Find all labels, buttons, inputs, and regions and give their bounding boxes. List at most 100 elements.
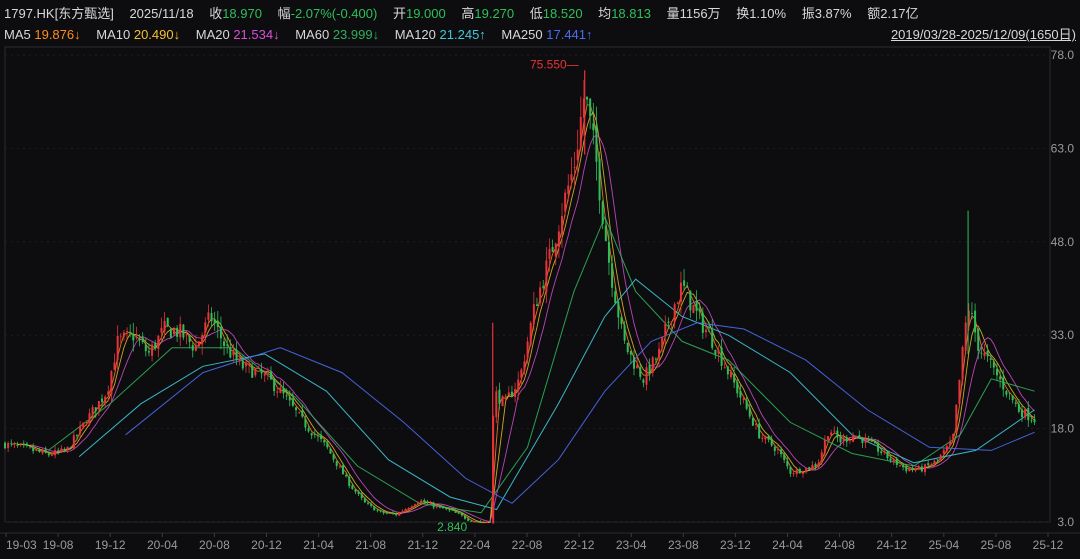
candle-body (801, 472, 804, 474)
price-chart[interactable]: 78.0 63.0 48.0 33.0 18.0 3.0 19-03 19-08 19-12 20… (0, 0, 1080, 559)
candle-body (22, 443, 25, 445)
candle-body (198, 341, 201, 347)
candle-body (620, 317, 623, 325)
candle-body (263, 373, 266, 376)
candle-body (658, 348, 661, 359)
candle-body (370, 503, 373, 506)
candle-body (404, 509, 407, 512)
candle-body (191, 344, 194, 351)
candle-body (780, 449, 783, 455)
candle-body (995, 368, 998, 376)
candle-body (767, 435, 770, 440)
candle-body (870, 441, 873, 442)
candle-body (514, 389, 517, 397)
candle-body (16, 445, 19, 446)
candle-body (10, 442, 13, 444)
candle-body (626, 342, 629, 353)
candle-body (172, 329, 175, 335)
candle-body (335, 460, 338, 467)
candle-body (373, 506, 376, 511)
candle-body (269, 371, 272, 380)
candle-body (742, 398, 745, 400)
candle-body (141, 337, 144, 343)
candle-body (420, 500, 423, 503)
candle-body (88, 413, 91, 425)
candle-body (714, 349, 717, 355)
candle-body (72, 435, 75, 449)
candle-body (642, 379, 645, 383)
candle-body (917, 466, 920, 470)
candle-body (842, 437, 845, 442)
candle-body (1008, 392, 1011, 394)
x-tick-label: 22-08 (512, 538, 543, 552)
candle-body (407, 507, 410, 510)
candle-body (739, 390, 742, 398)
candle-body (41, 450, 44, 454)
candle-body (60, 448, 63, 452)
candle-body (392, 512, 395, 514)
candle-body (489, 521, 492, 523)
candle-body (485, 521, 488, 523)
candle-body (567, 185, 570, 194)
candle-body (182, 324, 185, 338)
candle-body (686, 286, 689, 288)
x-tick-label: 22-04 (460, 538, 491, 552)
candle-body (66, 446, 69, 450)
candle-body (229, 347, 232, 358)
candle-body (176, 327, 179, 337)
candle-body (238, 358, 241, 362)
candle-body (1027, 407, 1030, 421)
candle-body (936, 459, 939, 461)
candle-body (927, 463, 930, 465)
candle-body (113, 362, 116, 370)
x-tick-label: 24-08 (824, 538, 855, 552)
candle-body (185, 333, 188, 335)
candle-body (958, 379, 961, 404)
candle-body (983, 352, 986, 356)
candle-body (35, 449, 38, 451)
candle-body (902, 464, 905, 468)
candle-body (38, 449, 41, 452)
candle-body (880, 451, 883, 453)
candle-body (520, 369, 523, 379)
candle-body (154, 342, 157, 349)
candle-body (244, 362, 247, 367)
candle-body (751, 417, 754, 426)
candle-body (479, 522, 482, 524)
candle-body (116, 335, 119, 360)
candle-body (460, 512, 463, 516)
candle-body (980, 352, 983, 354)
candle-body (423, 500, 426, 503)
candle-body (266, 372, 269, 374)
candle-body (288, 396, 291, 401)
candle-body (895, 458, 898, 465)
candle-body (307, 428, 310, 432)
candle-body (817, 462, 820, 468)
candle-body (160, 327, 163, 333)
ma10-line (17, 111, 1035, 523)
candle-body (748, 408, 751, 417)
candle-body (260, 370, 263, 374)
candle-body (57, 450, 60, 452)
min-price-label: 2.840 (437, 520, 467, 534)
x-tick-label: 19-12 (95, 538, 126, 552)
candle-body (273, 378, 276, 392)
candle-body (726, 366, 729, 375)
candle-body (755, 424, 758, 425)
y-tick-label: 3.0 (1057, 515, 1074, 529)
candle-body (830, 432, 833, 436)
candle-body (823, 440, 826, 453)
candle-body (1033, 419, 1036, 423)
candle-body (758, 423, 761, 439)
candle-body (338, 466, 341, 468)
candle-body (329, 448, 332, 454)
candle-body (341, 465, 344, 475)
candle-body (548, 248, 551, 259)
ma120-line (78, 278, 1035, 511)
candle-body (526, 341, 529, 358)
candle-body (614, 291, 617, 304)
candle-body (745, 400, 748, 409)
candle-body (611, 263, 614, 288)
candle-body (504, 395, 507, 397)
y-tick-label: 78.0 (1051, 48, 1075, 62)
